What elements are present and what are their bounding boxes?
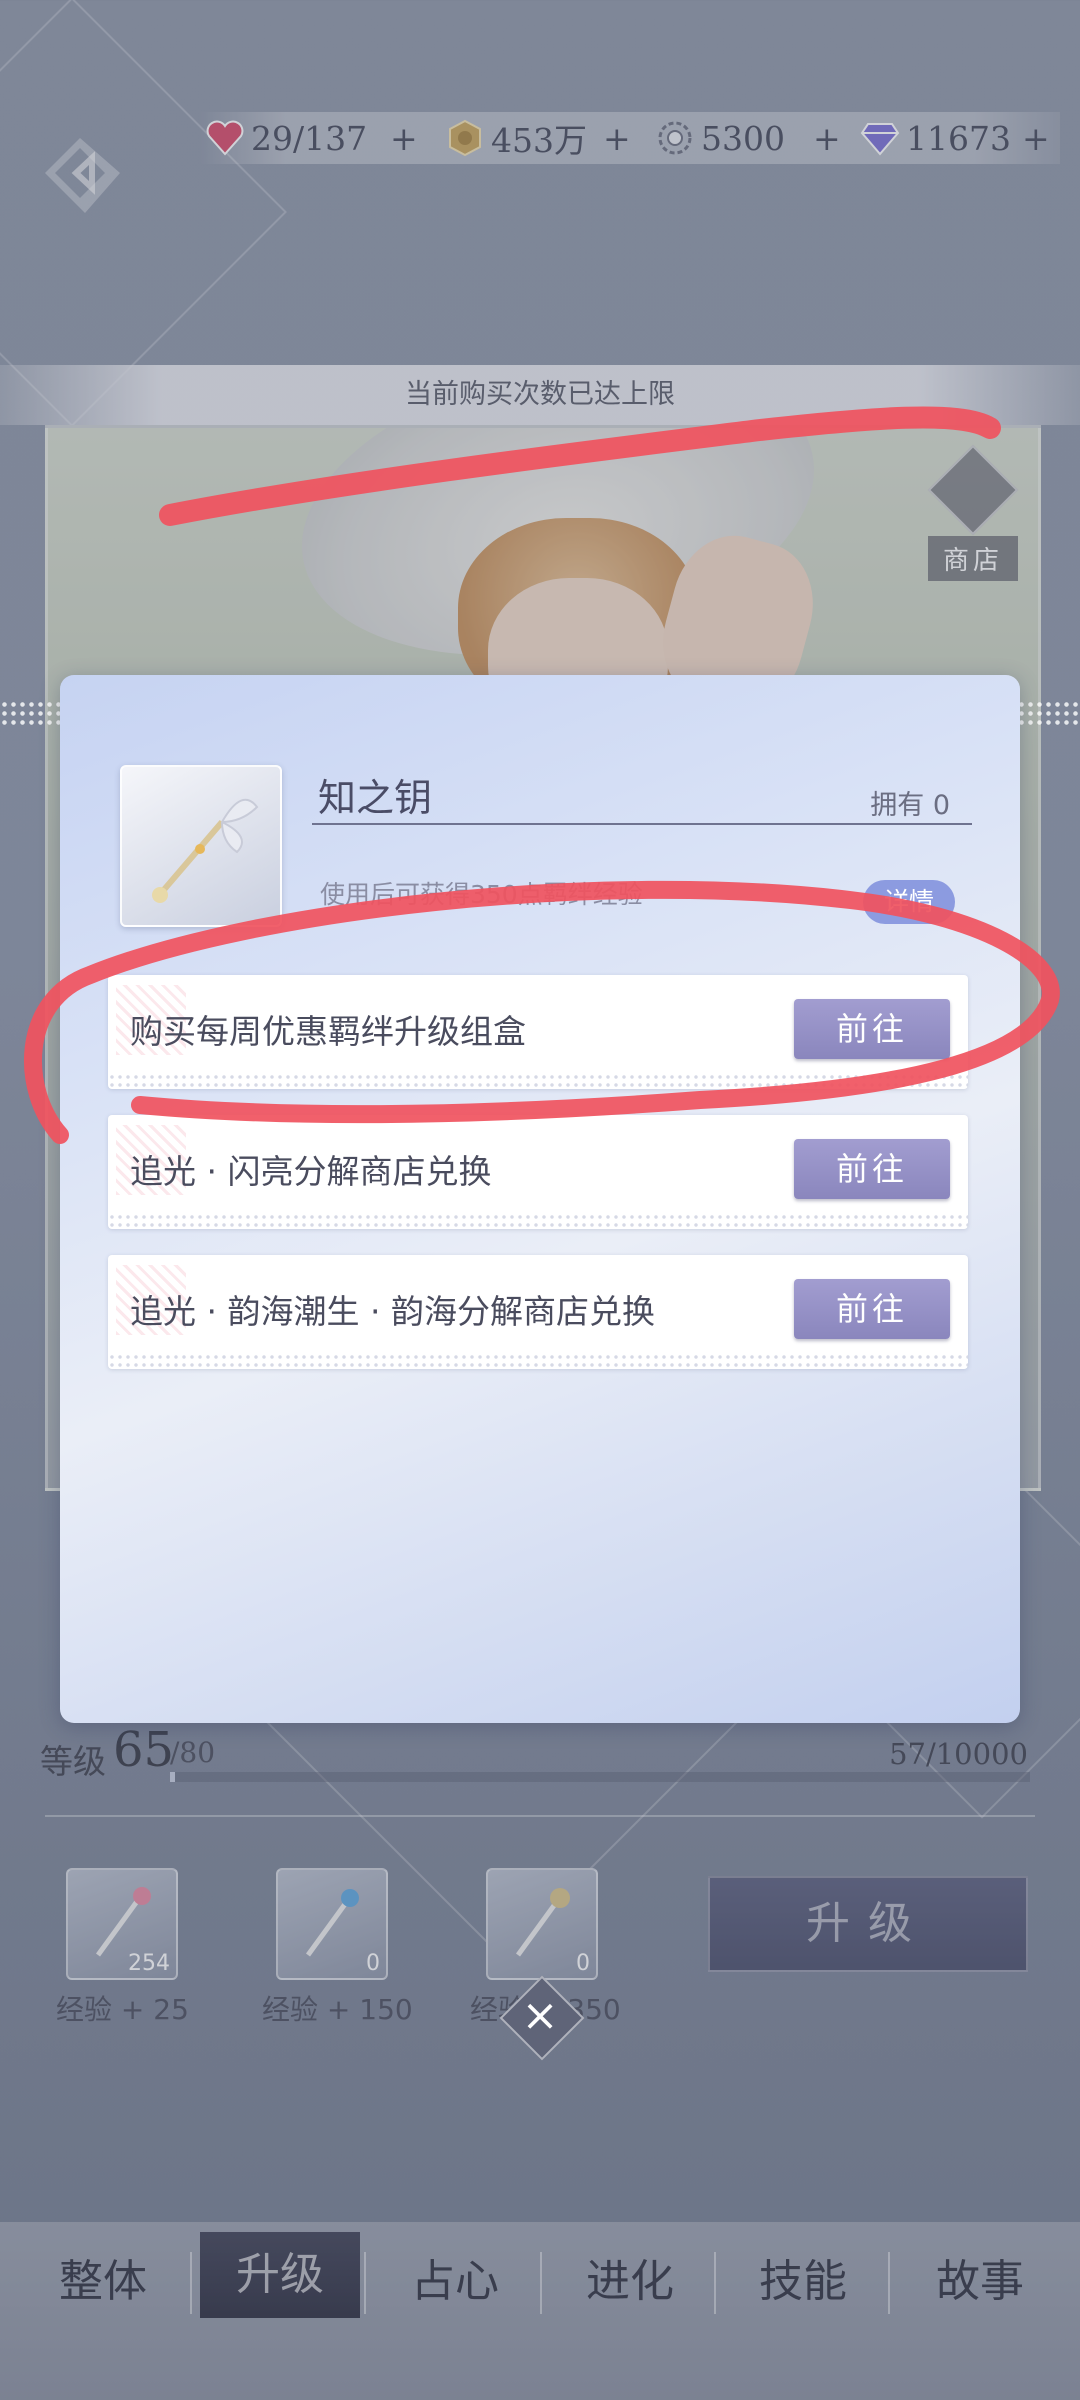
detail-button[interactable]: 详情 (863, 880, 955, 924)
item-name: 知之钥 (318, 776, 433, 820)
item-source-dialog: 知之钥 拥有 0 使用后可获得350点羁绊经验 详情 购买每周优惠羁绊升级组盒 … (60, 675, 1020, 1723)
source-row: 追光 · 闪亮分解商店兑换 前往 (108, 1115, 968, 1229)
name-underline (312, 823, 972, 825)
source-text: 追光 · 韵海潮生 · 韵海分解商店兑换 (130, 1292, 655, 1331)
item-description: 使用后可获得350点羁绊经验 (320, 880, 643, 909)
source-row: 追光 · 韵海潮生 · 韵海分解商店兑换 前往 (108, 1255, 968, 1369)
item-icon-frame (120, 765, 282, 927)
go-button[interactable]: 前往 (794, 1279, 950, 1339)
go-button[interactable]: 前往 (794, 999, 950, 1059)
source-text: 购买每周优惠羁绊升级组盒 (130, 1012, 526, 1051)
close-icon: × (521, 1990, 559, 2041)
butterfly-key-icon (152, 798, 259, 903)
go-button[interactable]: 前往 (794, 1139, 950, 1199)
source-row: 购买每周优惠羁绊升级组盒 前往 (108, 975, 968, 1089)
owned-count: 拥有 0 (870, 790, 950, 821)
source-text: 追光 · 闪亮分解商店兑换 (130, 1152, 492, 1191)
